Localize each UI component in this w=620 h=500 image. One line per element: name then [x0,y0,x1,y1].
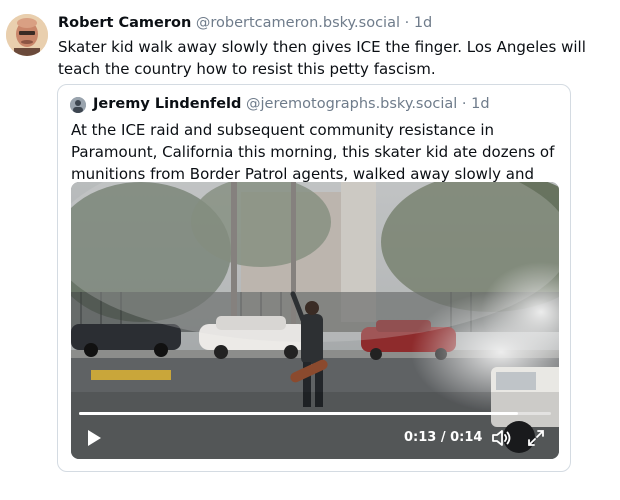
post-timestamp[interactable]: 1d [414,15,432,31]
post-text: Skater kid walk away slowly then gives I… [58,38,586,78]
separator-dot: · [404,15,410,31]
quote-author-avatar[interactable] [70,97,86,113]
video-frame [71,182,559,459]
author-avatar[interactable] [6,14,48,56]
play-icon[interactable] [85,429,103,447]
volume-icon[interactable] [491,429,511,447]
quote-author-name[interactable]: Jeremy Lindenfeld [93,96,241,112]
author-handle[interactable]: @robertcameron.bsky.social [196,15,400,31]
author-name[interactable]: Robert Cameron [58,15,191,31]
post-header: Robert Cameron @robertcameron.bsky.socia… [58,13,432,33]
quote-author-handle[interactable]: @jeremotographs.bsky.social [246,96,457,112]
quote-header: Jeremy Lindenfeld @jeremotographs.bsky.s… [93,94,490,114]
quote-timestamp[interactable]: 1d [471,96,489,112]
quoted-post[interactable]: Jeremy Lindenfeld @jeremotographs.bsky.s… [57,84,571,472]
video-progress-track[interactable] [79,412,551,415]
post-card: Robert Cameron @robertcameron.bsky.socia… [0,0,620,500]
video-time-display: 0:13 / 0:14 [404,430,483,445]
video-progress-fill [79,412,518,415]
fullscreen-icon[interactable] [527,429,545,447]
video-player[interactable]: 0:13 / 0:14 [71,182,559,459]
quote-separator-dot: · [461,96,467,112]
